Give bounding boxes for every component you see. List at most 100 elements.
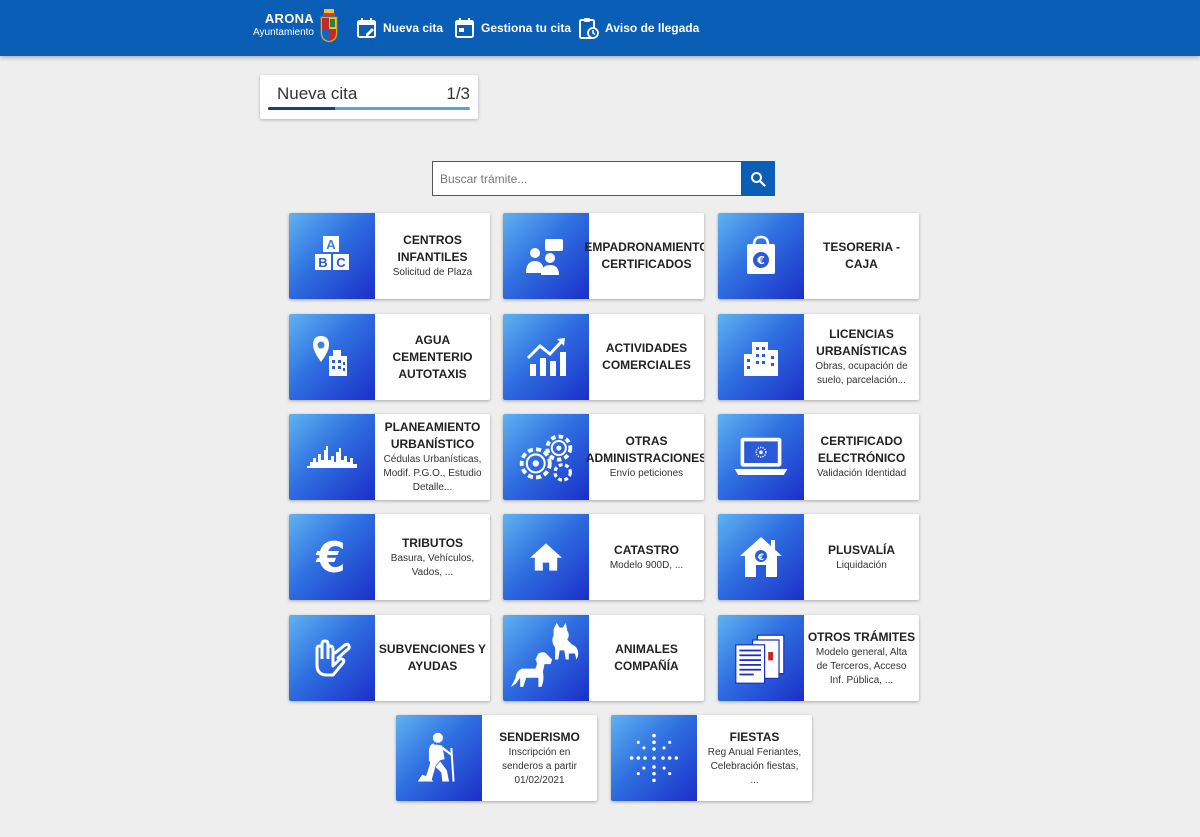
tile-licencias-urbanisticas[interactable]: LICENCIAS URBANÍSTICAS Obras, ocupación de… <box>718 314 919 400</box>
tile-otras-administraciones[interactable]: OTRAS ADMINISTRACIONES Envío peticiones <box>503 414 704 500</box>
tile-subtitle-line: Modelo 900D, ... <box>609 559 684 571</box>
tile-senderismo[interactable]: SENDERISMO Inscripción en senderos a parti… <box>396 715 597 801</box>
people-icon <box>526 239 563 275</box>
tile-subtitle-line: suelo, parcelación... <box>817 375 906 386</box>
nav-aviso-label: Aviso de llegada <box>605 21 700 35</box>
tile-title-line: CERTIFICADO <box>820 434 903 448</box>
tile-subtitle-line: Basura, Vehículos, <box>390 552 475 564</box>
abc-blocks-icon: A B C <box>315 236 349 270</box>
tile-title-line: URBANÍSTICAS <box>816 344 907 358</box>
tile-empadronamiento[interactable]: EMPADRONAMIENTO CERTIFICADOS <box>503 213 704 299</box>
tile-title-line: AYUDAS <box>407 659 458 673</box>
nav-gestiona-label: Gestiona tu cita <box>481 21 572 35</box>
tile-subtitle-line: Modif. P.G.O., Estudio <box>383 468 482 479</box>
tile-title-line: COMPAÑÍA <box>614 659 679 673</box>
fireworks-icon <box>629 733 679 783</box>
nav-nueva-cita-label: Nueva cita <box>383 21 444 35</box>
tile-subtitle-line: Reg Anual Feriantes, <box>707 746 802 758</box>
step-progress-fill <box>268 107 336 110</box>
tile-agua-cementerio-autotaxis[interactable]: AGUA CEMENTERIO AUTOTAXIS <box>289 314 490 400</box>
helping-hands-icon <box>315 639 351 677</box>
search-button[interactable] <box>741 161 775 196</box>
svg-text:A: A <box>326 237 336 252</box>
tile-subvenciones-ayudas[interactable]: SUBVENCIONES Y AYUDAS <box>289 615 490 701</box>
nav-gestiona-tu-cita[interactable]: Gestiona tu cita <box>455 14 571 42</box>
top-navbar: ARONA Ayuntamiento Nueva cita Gestiona t… <box>0 0 1200 56</box>
house-icon <box>530 543 562 571</box>
tile-title-line: PLUSVALÍA <box>827 542 896 557</box>
tile-title-line: ELECTRÓNICO <box>817 451 906 465</box>
svg-text:€: € <box>315 533 345 582</box>
tile-actividades-comerciales[interactable]: ACTIVIDADES COMERCIALES <box>503 314 704 400</box>
nav-aviso-de-llegada[interactable]: Aviso de llegada <box>579 14 699 42</box>
nav-nueva-cita[interactable]: Nueva cita <box>357 14 443 42</box>
step-count: 1/3 <box>446 84 470 103</box>
documents-icon <box>735 634 785 684</box>
tile-title-line: CATASTRO <box>614 542 679 557</box>
svg-text:B: B <box>318 255 327 270</box>
tile-title-line: SENDERISMO <box>499 729 580 744</box>
chart-growth-icon <box>526 338 566 376</box>
tile-subtitle-line: Obras, ocupación de <box>815 361 908 372</box>
tile-otros-tramites[interactable]: OTROS TRÁMITES Modelo general, Alta de Ter… <box>718 615 919 701</box>
svg-text:€: € <box>756 254 765 267</box>
tile-fiestas[interactable]: FIESTAS Reg Anual Feriantes, Celebración f… <box>611 715 812 801</box>
logo-subtitle: Ayuntamiento <box>253 27 314 38</box>
tile-centros-infantiles[interactable]: A B C CENTROS INFANTILES Solicitud de Plaz… <box>289 213 490 299</box>
tile-subtitle-line: Vados, ... <box>411 566 454 578</box>
tile-subtitle-line: Liquidación <box>836 559 887 571</box>
tile-title-line: CENTROS <box>403 233 462 247</box>
tile-tributos[interactable]: € TRIBUTOS Basura, Vehículos, Vados, ... <box>289 514 490 600</box>
house-euro-icon: € <box>740 537 782 577</box>
tile-subtitle-line: Solicitud de Plaza <box>392 267 473 278</box>
tile-title-line: EMPADRONAMIENTO <box>584 240 704 254</box>
tile-title-line: OTROS TRÁMITES <box>807 629 916 644</box>
skyline-icon <box>307 446 357 468</box>
tile-planeamiento-urbanistico[interactable]: PLANEAMIENTO URBANÍSTICO Cédulas Urbanísti… <box>289 414 490 500</box>
tile-title-line: AGUA <box>414 332 451 347</box>
svg-text:€: € <box>757 553 764 563</box>
tile-title-line: FIESTAS <box>729 729 780 744</box>
tile-subtitle-line: de Terceros, Acceso <box>816 660 907 672</box>
tile-tesoreria-caja[interactable]: € TESORERIA - CAJA <box>718 213 919 299</box>
search-bar <box>432 161 775 196</box>
tile-title-line: LICENCIAS <box>829 327 894 341</box>
tile-title-line: TRIBUTOS <box>401 535 464 550</box>
tile-subtitle-line: Detalle... <box>412 482 453 493</box>
tile-title-line: ANIMALES <box>615 642 678 656</box>
tile-certificado-electronico[interactable]: CERTIFICADO ELECTRÓNICO Validación Identid… <box>718 414 919 500</box>
tile-subtitle-line: Inscripción en <box>508 746 571 758</box>
tile-title-line: AUTOTAXIS <box>398 366 467 381</box>
tile-title-line: SUBVENCIONES Y <box>378 642 487 656</box>
hiker-icon <box>417 732 455 782</box>
tile-title-line: CEMENTERIO <box>392 349 473 364</box>
gears-icon <box>519 434 573 482</box>
tile-subtitle-line: ... <box>750 774 759 786</box>
laptop-certificate-icon <box>734 437 788 475</box>
tile-title-line: ACTIVIDADES <box>605 341 688 355</box>
tile-title-line: COMERCIALES <box>602 358 691 372</box>
search-icon <box>751 171 766 187</box>
tile-animales-compania[interactable]: ANIMALES COMPAÑÍA <box>503 615 704 701</box>
tile-subtitle-line: Inf. Pública, ... <box>829 674 894 686</box>
search-input[interactable] <box>432 161 741 196</box>
arona-logo[interactable]: ARONA Ayuntamiento <box>252 9 342 45</box>
clipboard-clock-icon <box>579 18 599 39</box>
map-pin-building-icon <box>313 336 347 376</box>
svg-text:C: C <box>336 255 346 270</box>
tile-title-line: PLANEAMIENTO <box>384 420 481 434</box>
tile-subtitle-line: senderos a partir <box>501 760 578 772</box>
tile-subtitle-line: Envío peticiones <box>609 468 684 479</box>
calendar-icon <box>455 18 474 38</box>
tile-subtitle-line: Modelo general, Alta <box>815 646 908 658</box>
tile-subtitle-line: 01/02/2021 <box>514 774 565 786</box>
coat-of-arms-icon <box>320 9 338 43</box>
tile-title-line: CERTIFICADOS <box>601 257 692 271</box>
buildings-icon <box>744 342 778 376</box>
tile-catastro[interactable]: CATASTRO Modelo 900D, ... <box>503 514 704 600</box>
step-indicator-card: Nueva cita 1/3 <box>260 75 478 119</box>
euro-icon: € <box>315 533 345 582</box>
euro-bag-icon: € <box>747 235 775 274</box>
tile-plusvalia[interactable]: € PLUSVALÍA Liquidación <box>718 514 919 600</box>
tile-title-line: CAJA <box>845 257 878 271</box>
